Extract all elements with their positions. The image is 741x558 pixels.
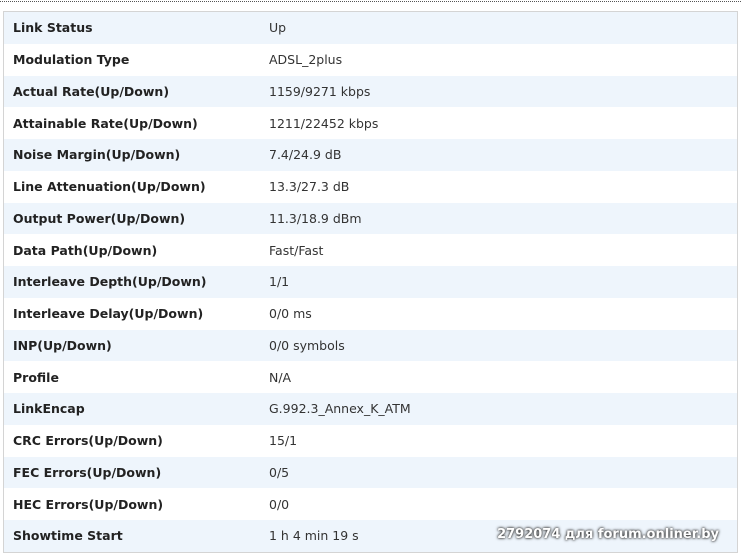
table-row: Profile N/A	[4, 361, 737, 393]
row-label: LinkEncap	[13, 401, 85, 417]
row-value: ADSL_2plus	[269, 52, 343, 68]
row-label: CRC Errors(Up/Down)	[13, 433, 163, 449]
watermark: 2792074 для forum.onliner.by	[497, 527, 719, 542]
row-value: G.992.3_Annex_K_ATM	[269, 401, 411, 417]
dotted-divider	[0, 1, 741, 2]
row-value: 0/0	[269, 496, 290, 512]
row-label: Output Power(Up/Down)	[13, 210, 186, 226]
row-value: N/A	[269, 369, 292, 385]
row-label: Interleave Depth(Up/Down)	[13, 274, 207, 290]
row-value: 1/1	[269, 274, 290, 290]
row-label: Attainable Rate(Up/Down)	[13, 115, 198, 131]
table-row: Interleave Depth(Up/Down) 1/1	[4, 266, 737, 298]
row-label: INP(Up/Down)	[13, 337, 112, 353]
row-label: Data Path(Up/Down)	[13, 242, 158, 258]
table-row: HEC Errors(Up/Down) 0/0	[4, 488, 737, 520]
row-value: 1159/9271 kbps	[269, 83, 371, 99]
row-label: FEC Errors(Up/Down)	[13, 464, 162, 480]
row-label: Line Attenuation(Up/Down)	[13, 179, 206, 195]
table-row: Noise Margin(Up/Down) 7.4/24.9 dB	[4, 139, 737, 171]
row-value: 7.4/24.9 dB	[269, 147, 342, 163]
row-label: Link Status	[13, 20, 93, 36]
table-row: Attainable Rate(Up/Down) 1211/22452 kbps	[4, 107, 737, 139]
row-label: Actual Rate(Up/Down)	[13, 83, 170, 99]
table-row: Actual Rate(Up/Down) 1159/9271 kbps	[4, 75, 737, 108]
table-row: Output Power(Up/Down) 11.3/18.9 dBm	[4, 202, 737, 235]
row-value: 11.3/18.9 dBm	[269, 210, 362, 226]
row-value: Up	[269, 20, 287, 36]
row-label: HEC Errors(Up/Down)	[13, 496, 164, 512]
row-label: Showtime Start	[13, 528, 123, 544]
table-row: Line Attenuation(Up/Down) 13.3/27.3 dB	[4, 171, 737, 203]
row-label: Interleave Delay(Up/Down)	[13, 306, 204, 322]
table-row: Interleave Delay(Up/Down) 0/0 ms	[4, 298, 737, 330]
row-value: Fast/Fast	[269, 242, 324, 258]
row-label: Profile	[13, 369, 59, 385]
row-value: 13.3/27.3 dB	[269, 179, 350, 195]
table-row: Modulation Type ADSL_2plus	[4, 44, 737, 76]
table-row: LinkEncap G.992.3_Annex_K_ATM	[4, 393, 737, 425]
row-value: 0/0 ms	[269, 306, 312, 322]
row-value: 0/0 symbols	[269, 337, 345, 353]
row-value: 0/5	[269, 464, 290, 480]
row-label: Noise Margin(Up/Down)	[13, 147, 181, 163]
row-value: 15/1	[269, 433, 298, 449]
table-row: FEC Errors(Up/Down) 0/5	[4, 456, 737, 489]
table-row: Link Status Up	[4, 12, 737, 44]
table-row: Data Path(Up/Down) Fast/Fast	[4, 234, 737, 266]
table-row: CRC Errors(Up/Down) 15/1	[4, 425, 737, 457]
dsl-status-table: Link Status Up Modulation Type ADSL_2plus Ac…	[3, 11, 738, 553]
table-row: INP(Up/Down) 0/0 symbols	[4, 329, 737, 362]
row-value: 1211/22452 kbps	[269, 115, 379, 131]
row-label: Modulation Type	[13, 52, 130, 68]
